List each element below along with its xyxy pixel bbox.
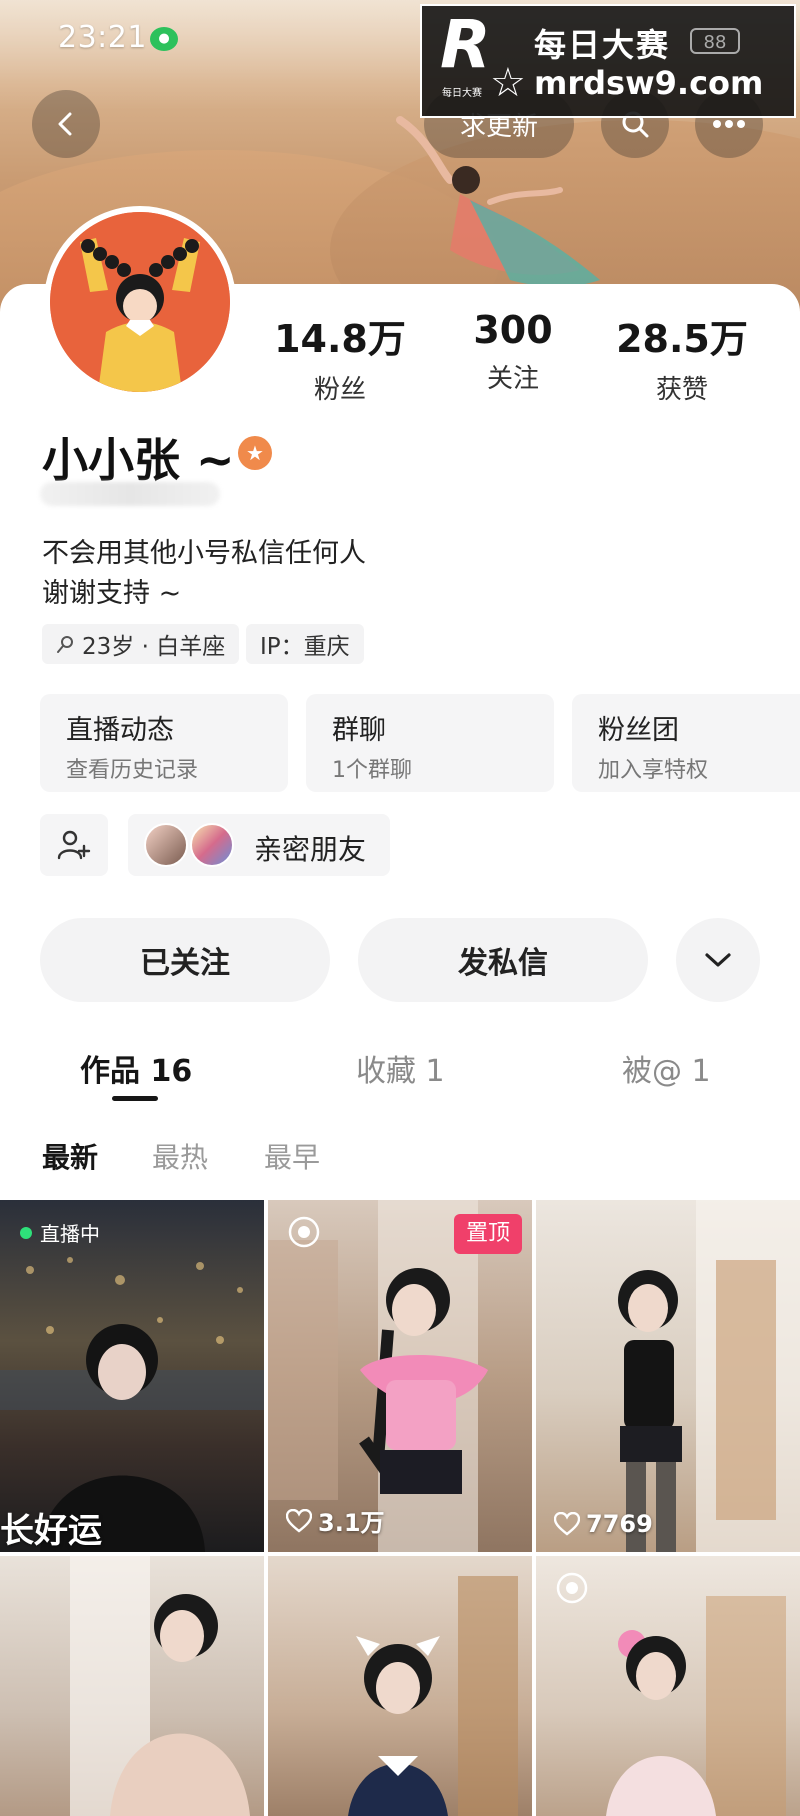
watermark-brand: 每日大赛 [534,26,671,64]
gender-search-icon [57,636,73,653]
followed-button[interactable]: 已关注 [40,918,330,1002]
avatar[interactable] [44,206,236,398]
chevron-down-icon [705,953,731,967]
back-button[interactable] [32,90,100,158]
video-thumbnail[interactable]: 7769 [536,1200,800,1552]
wechat-notification-icon: ● [150,27,178,51]
cartoon-avatar-icon [50,212,230,392]
age-zodiac-tag: 23岁 · 白羊座 [42,624,240,664]
more-dots-icon [713,120,745,128]
feature-live-history[interactable]: 直播动态 查看历史记录 [40,694,288,792]
active-tab-indicator [112,1096,158,1101]
expand-button[interactable] [676,918,760,1002]
friend-avatar [144,823,188,867]
friend-avatar [190,823,234,867]
stat-likes[interactable]: 28.5万 获赞 [612,308,752,406]
profile-bio: 不会用其他小号私信任何人 谢谢支持 ~ [42,538,366,609]
radio-icon [554,1570,590,1606]
verified-star-icon: ★ [238,436,272,470]
video-overlay-text: 长好运 [0,1511,102,1551]
profile-name: 小小张 ~ [42,433,235,487]
video-thumbnail[interactable] [536,1556,800,1816]
tab-works[interactable]: 作品 16 [80,1046,192,1090]
send-message-button[interactable]: 发私信 [358,918,648,1002]
live-dot-icon [20,1226,32,1239]
tab-favorites[interactable]: 收藏 1 [356,1046,445,1090]
sort-newest[interactable]: 最新 [42,1136,98,1176]
add-user-icon [57,830,91,860]
feature-group-chat[interactable]: 群聊 1个群聊 [306,694,554,792]
video-thumbnail[interactable]: 直播中 长好运 [0,1200,264,1552]
heart-icon [286,1508,312,1533]
feature-fan-club[interactable]: 粉丝团 加入享特权 [572,694,800,792]
stat-following[interactable]: 300 关注 [443,308,583,395]
like-count: 3.1万 [286,1503,385,1538]
video-thumbnail[interactable] [0,1556,264,1816]
watermark-badge: 88 [690,28,740,54]
heart-icon [554,1512,580,1536]
ip-location-tag: IP：重庆 [246,624,364,664]
sort-earliest[interactable]: 最早 [264,1136,320,1176]
sort-hottest[interactable]: 最热 [152,1136,208,1176]
video-thumbnail[interactable]: 置顶 3.1万 [268,1200,532,1552]
watermark-logo: R ☆ 每日大赛 [440,6,526,106]
live-indicator: 直播中 [20,1218,100,1247]
star-icon: ☆ [490,60,526,106]
chevron-left-icon [58,112,72,136]
video-thumbnail[interactable] [268,1556,532,1816]
blurred-user-id [40,482,220,506]
radio-icon [286,1214,322,1250]
site-watermark: R ☆ 每日大赛 每日大赛 88 mrdsw9.com [420,4,796,118]
add-friend-button[interactable] [40,814,108,876]
tab-mentions[interactable]: 被@ 1 [622,1046,711,1090]
status-time: 23:21 [58,20,147,55]
pinned-badge: 置顶 [454,1214,522,1254]
close-friends-entry[interactable]: 亲密朋友 [128,814,390,876]
like-count: 7769 [554,1510,653,1538]
stat-followers[interactable]: 14.8万 粉丝 [270,308,410,406]
watermark-url: mrdsw9.com [534,64,764,102]
